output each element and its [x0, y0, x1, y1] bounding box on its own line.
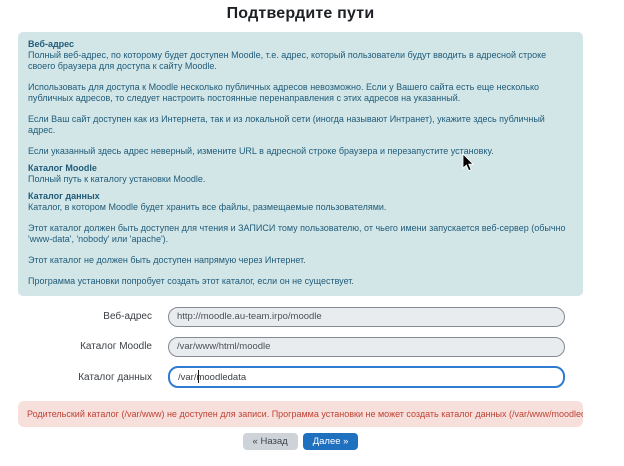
web-address-input[interactable] [168, 307, 565, 327]
data-dir-input-wrap [168, 366, 565, 388]
web-address-label: Веб-адрес [18, 311, 152, 322]
error-message: Родительский каталог (/var/www) не досту… [27, 409, 583, 419]
back-button[interactable]: « Назад [243, 433, 298, 450]
web-address-input-wrap [168, 306, 565, 326]
next-button[interactable]: Далее » [303, 433, 359, 450]
info-paragraph: Этот каталог должен быть доступен для чт… [28, 223, 571, 245]
form-row-data-dir: Каталог данных [18, 366, 583, 388]
form-row-web-address: Веб-адрес [18, 306, 583, 326]
moodle-dir-input[interactable] [168, 337, 565, 357]
info-paragraph: Использовать для доступа к Moodle нескол… [28, 82, 571, 104]
info-section-moodle-dir: Каталог Moodle Полный путь к каталогу ус… [28, 163, 571, 185]
form-row-moodle-dir: Каталог Moodle [18, 336, 583, 356]
text-cursor-caret [198, 370, 199, 383]
installer-page: Подтвердите пути Веб-адрес Полный веб-ад… [18, 4, 583, 450]
info-section-web-address: Веб-адрес Полный веб-адрес, по которому … [28, 39, 571, 157]
info-paragraph: Если Ваш сайт доступен как из Интернета,… [28, 114, 571, 136]
page-title: Подтвердите пути [18, 5, 583, 23]
error-alert: Родительский каталог (/var/www) не досту… [18, 401, 583, 427]
moodle-dir-input-wrap [168, 336, 565, 356]
paths-info-box: Веб-адрес Полный веб-адрес, по которому … [18, 32, 583, 296]
data-dir-label: Каталог данных [18, 372, 152, 383]
info-paragraph: Программа установки попробует создать эт… [28, 276, 571, 287]
wizard-buttons: « Назад Далее » [18, 433, 583, 450]
info-paragraph: Каталог, в котором Moodle будет хранить … [28, 202, 571, 213]
info-heading-moodle-dir: Каталог Moodle [28, 163, 571, 174]
moodle-dir-label: Каталог Moodle [18, 341, 152, 352]
info-paragraph: Полный путь к каталогу установки Moodle. [28, 174, 571, 185]
info-heading-data-dir: Каталог данных [28, 191, 571, 202]
data-dir-input[interactable] [168, 366, 565, 388]
info-heading-web-address: Веб-адрес [28, 39, 571, 50]
info-section-data-dir: Каталог данных Каталог, в котором Moodle… [28, 191, 571, 287]
info-paragraph: Если указанный здесь адрес неверный, изм… [28, 146, 571, 157]
paths-form: Веб-адрес Каталог Moodle Каталог данных [18, 306, 583, 388]
info-paragraph: Полный веб-адрес, по которому будет дост… [28, 50, 571, 72]
info-paragraph: Этот каталог не должен быть доступен нап… [28, 255, 571, 266]
